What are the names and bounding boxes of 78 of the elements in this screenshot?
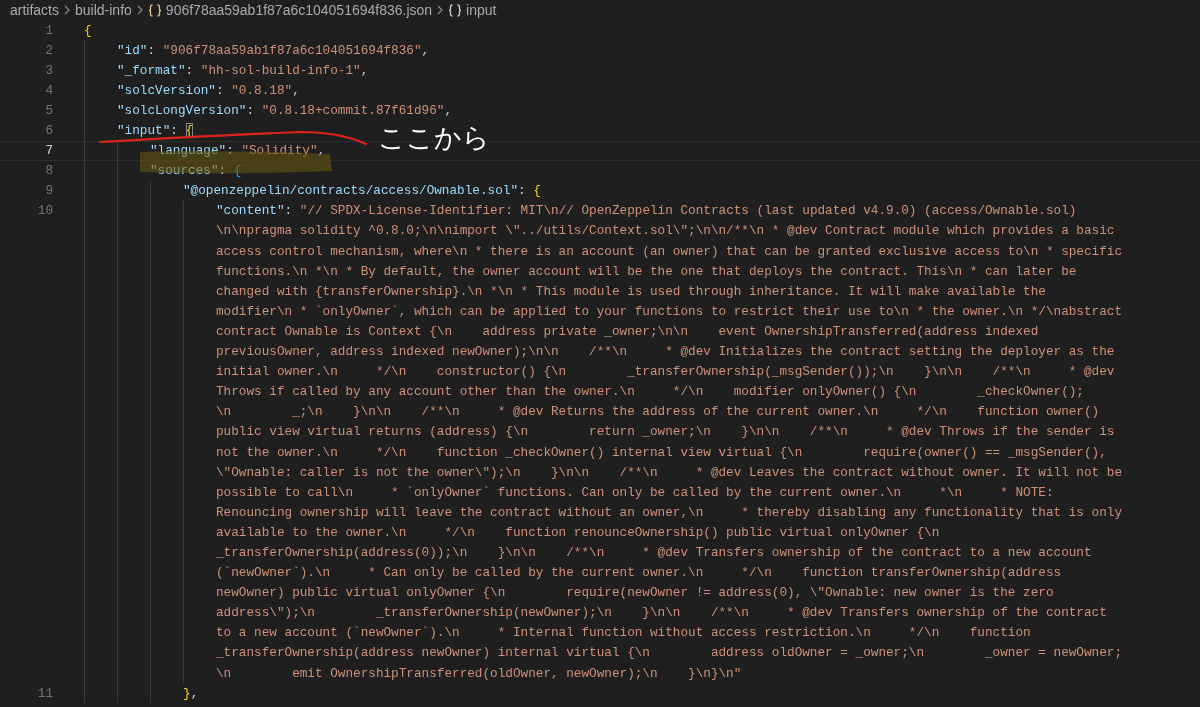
punctuation: : — [226, 143, 235, 159]
json-key: "id" — [117, 42, 148, 58]
json-string: "hh-sol-build-info-1" — [200, 62, 361, 78]
punctuation: : — [518, 183, 527, 199]
brace: { — [233, 163, 242, 179]
json-string: "0.8.18+commit.87f61d96" — [261, 102, 445, 118]
json-string: newOwner) public virtual onlyOwner {\n require(newOwner != address(0), \"Ownable: new owner is the zero — [216, 585, 1054, 601]
json-string: not the owner.\n */\n function _checkOwner() internal view virtual {\n require(owner() == _msgSender(), — [216, 444, 1107, 460]
json-string: access control mechanism, where\n * there is an account (an owner) that can be granted exclusive access to\n * specific — [216, 243, 1123, 259]
json-key: "content" — [216, 203, 285, 219]
braces-icon — [448, 3, 463, 17]
json-key: "solcVersion" — [117, 82, 216, 98]
chevron-icon — [436, 4, 445, 16]
line-number: 9 — [44, 183, 54, 199]
punctuation: : — [246, 102, 256, 118]
punctuation: : — [216, 82, 225, 98]
line-number: 4 — [44, 82, 54, 98]
breadcrumb-item[interactable]: input — [448, 2, 497, 18]
punctuation: , — [444, 102, 453, 118]
json-key: "_format" — [117, 62, 186, 78]
punctuation: , — [360, 62, 369, 78]
braces-icon — [147, 3, 162, 17]
punctuation: : — [218, 163, 228, 179]
json-string: "906f78aa59ab1f87a6c104051694f836" — [162, 42, 422, 58]
json-string: possible to call\n * `onlyOwner` functions. Can only be called by the current owner.\n *\n * NOTE: — [216, 484, 1054, 500]
json-string: \n emit OwnershipTransferred(oldOwner, newOwner);\n }\n}\n" — [216, 665, 742, 681]
json-string: _transferOwnership(address(0));\n }\n\n /**\n * @dev Transfers ownership of the contract to a new account — [216, 545, 1092, 560]
punctuation: , — [317, 143, 326, 159]
json-key: "@openzeppelin/contracts/access/Ownable.sol" — [183, 183, 518, 199]
brace: { — [533, 183, 541, 199]
line-number: 6 — [44, 123, 54, 138]
json-string: contract Ownable is Context {\n address private _owner;\n\n event OwnershipTransferred(address indexed — [216, 323, 1039, 339]
json-string: _transferOwnership(address newOwner) internal virtual {\n address oldOwner = _owner;\n _owner = newOwner; — [216, 645, 1123, 661]
json-string: \"Ownable: caller is not the owner\");\n }\n\n /**\n * @dev Leaves the contract without owner. It will not be — [216, 464, 1123, 480]
breadcrumb-item[interactable]: artifacts — [10, 2, 59, 18]
json-key: "input" — [117, 123, 171, 138]
json-string: modifier\n * `onlyOwner`, which can be applied to your functions to restrict their use to\n * the owner.\n */\nabstract — [216, 303, 1123, 319]
json-string: initial owner.\n */\n constructor() {\n _transferOwnership(_msgSender());\n }\n\n /**\n * @dev — [216, 364, 1115, 380]
json-string: available to the owner.\n */\n function renounceOwnership() public virtual onlyOwner {\n — [216, 524, 940, 540]
breadcrumb-item[interactable]: 906f78aa59ab1f87a6c104051694f836.json — [147, 2, 433, 18]
line-number: 10 — [36, 203, 54, 219]
json-string: "// SPDX-License-Identifier: MIT\n// OpenZeppelin Contracts (last updated v4.9.0) (access/Ownable.sol) — [299, 203, 1077, 219]
annotation-text: ここから — [378, 121, 490, 155]
json-string: Throws if called by any account other than the owner.\n */\n modifier onlyOwner() {\n _checkOwner(); — [216, 384, 1084, 400]
json-string: Renouncing ownership will leave the contract without an owner,\n * thereby disabling any functionality that is only — [216, 504, 1123, 520]
json-string: "0.8.18" — [231, 82, 293, 98]
json-string: "Solidity" — [241, 143, 318, 159]
json-string: to a new account (`newOwner`).\n * Internal function without access restriction.\n */\n function — [216, 625, 1031, 641]
json-string: functions.\n *\n * By default, the owner account will be the one that deploys the contract. This\n * can later be — [216, 263, 1077, 279]
json-string: \n _;\n }\n\n /**\n * @dev Returns the address of the current owner.\n */\n function owner() — [216, 404, 1100, 420]
punctuation: : — [170, 123, 179, 138]
line-number: 2 — [44, 42, 54, 58]
line-number: 8 — [44, 163, 54, 179]
punctuation: , — [190, 685, 199, 701]
brace: } — [183, 685, 191, 701]
chevron-icon — [63, 4, 71, 16]
json-key: "sources" — [150, 163, 219, 179]
json-string: address\");\n _transferOwnership(newOwner);\n }\n\n /**\n * @dev Transfers ownership of the contract — [216, 605, 1107, 621]
line-number: 3 — [44, 62, 54, 78]
punctuation: , — [421, 42, 430, 58]
json-string: (`newOwner`).\n * Can only be called by the current owner.\n */\n function transferOwnership(address — [216, 565, 1062, 581]
chevron-icon — [135, 4, 144, 16]
json-string: public view virtual returns (address) {\n return _owner;\n }\n\n /**\n * @dev Throws if the sender is — [216, 424, 1115, 440]
breadcrumb-item[interactable]: build-info — [75, 2, 132, 18]
json-string: changed with {transferOwnership}.\n *\n * This module is used through inheritance. It will make available the — [216, 283, 1046, 299]
punctuation: : — [185, 62, 195, 78]
brace: { — [84, 22, 92, 38]
punctuation: , — [292, 82, 300, 98]
line-number: 11 — [36, 685, 54, 701]
punctuation: : — [284, 203, 294, 219]
json-key: "solcLongVersion" — [117, 102, 247, 118]
punctuation: : — [147, 42, 157, 58]
json-string: previousOwner, address indexed newOwner);\n\n /**\n * @dev Initializes the contract setting the deployer as the — [216, 344, 1115, 360]
line-number: 1 — [44, 22, 54, 38]
line-number: 5 — [44, 102, 54, 118]
json-key: "language" — [150, 143, 227, 159]
json-string: \n\npragma solidity ^0.8.0;\n\nimport \"../utils/Context.sol\";\n\n/**\n * @dev Contract module which provides a basic — [216, 223, 1115, 239]
line-number: 7 — [44, 143, 54, 159]
